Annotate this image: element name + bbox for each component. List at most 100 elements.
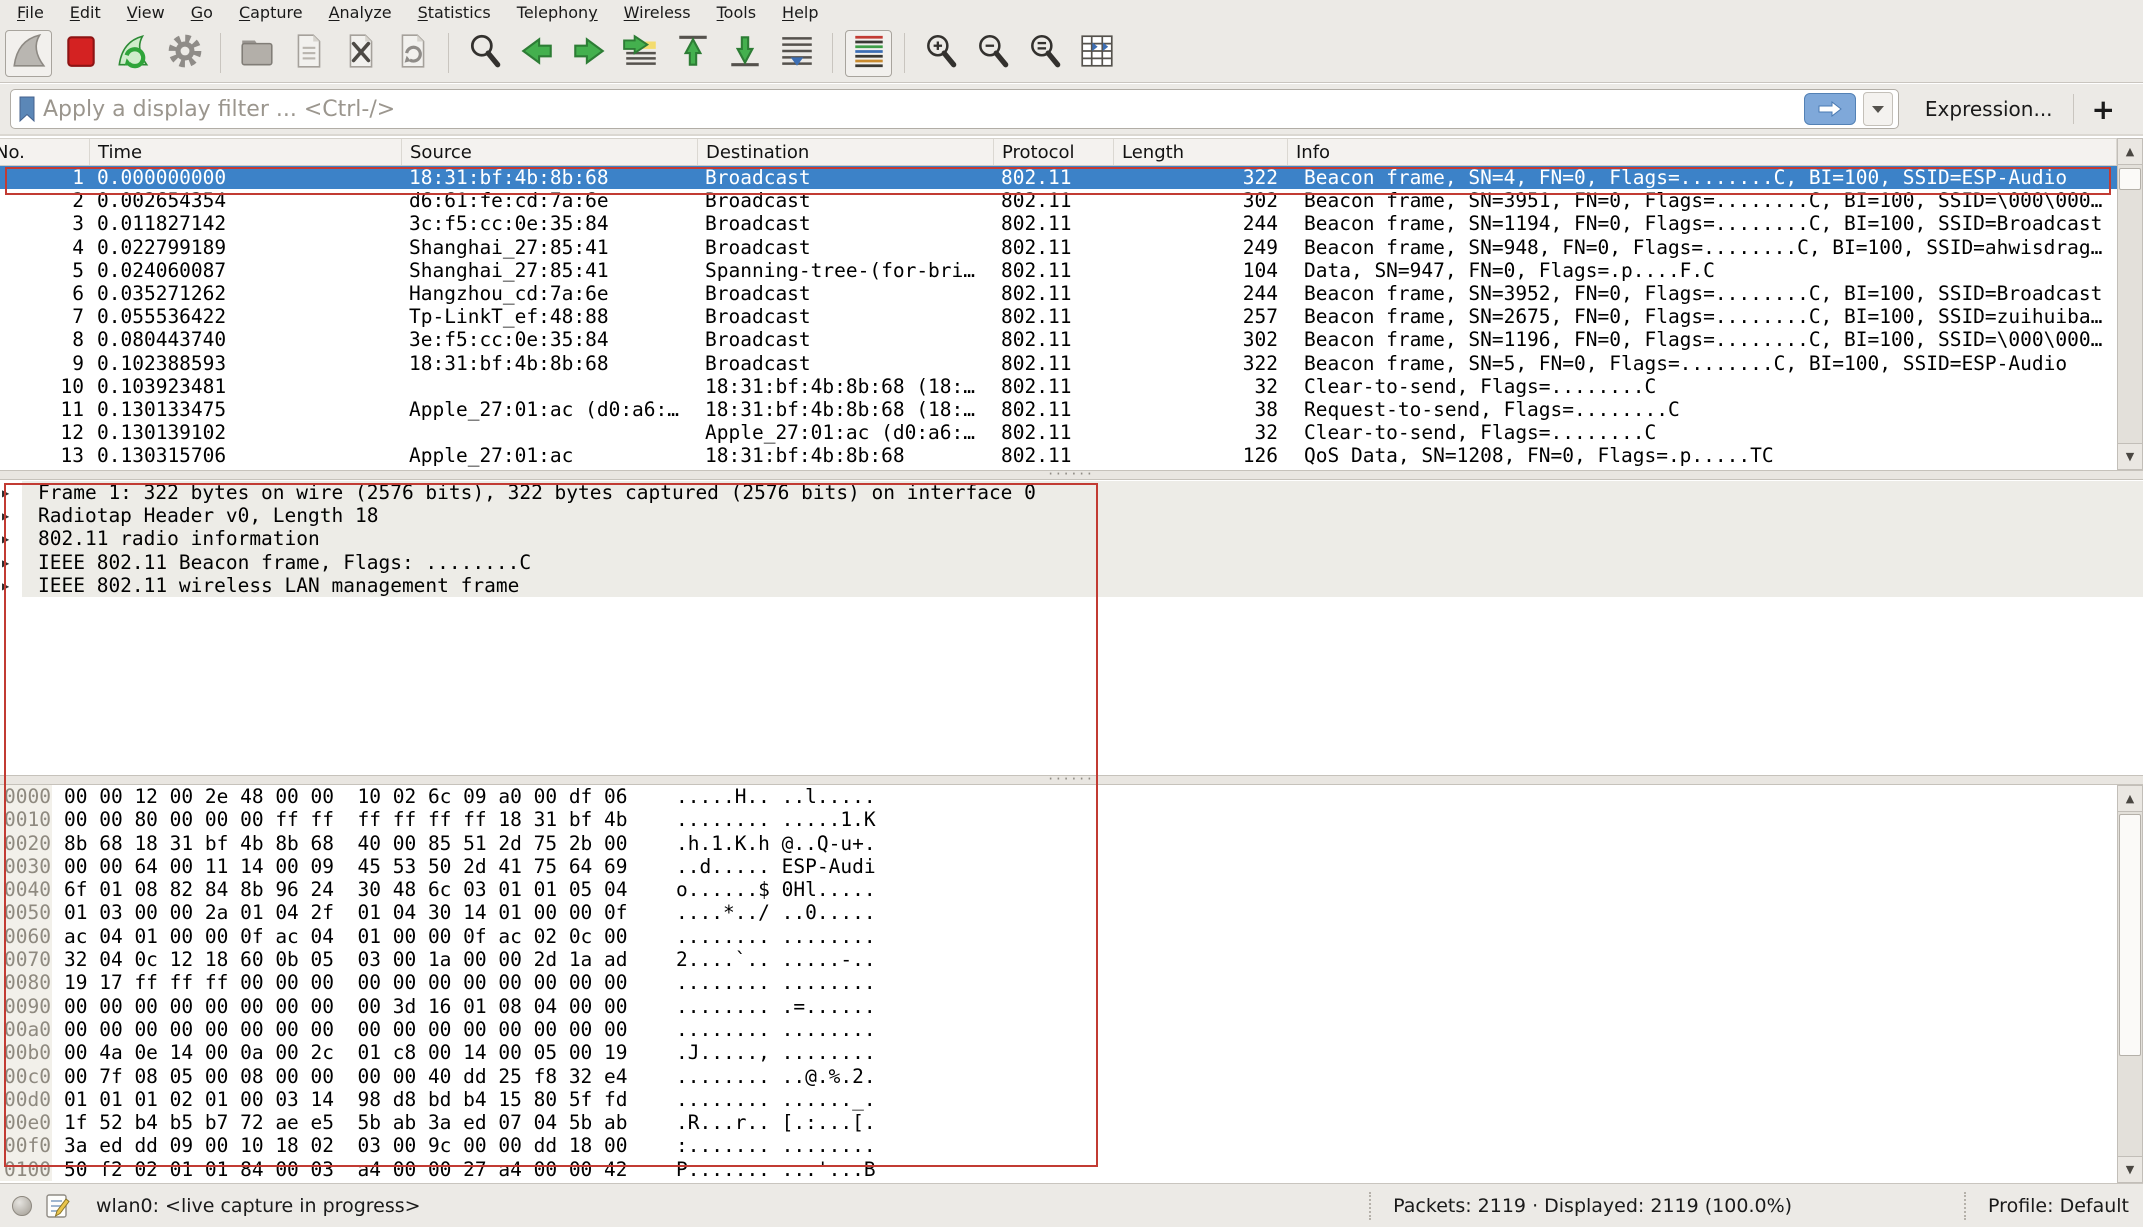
expert-info-icon[interactable]: [46, 1193, 70, 1219]
hex-row-0080[interactable]: 008019 17 ff ff ff 00 00 00 00 00 00 00 …: [0, 971, 2117, 994]
hex-bytes[interactable]: 00 00 64 00 11 14 00 09 45 53 50 2d 41 7…: [64, 855, 628, 879]
hex-row-0090[interactable]: 009000 00 00 00 00 00 00 00 00 3d 16 01 …: [0, 995, 2117, 1018]
hex-ascii[interactable]: ........ ......_.: [676, 1088, 876, 1112]
column-header-no[interactable]: No.: [0, 139, 90, 165]
hex-row-00c0[interactable]: 00c000 7f 08 05 00 08 00 00 00 00 40 dd …: [0, 1065, 2117, 1088]
profile-text[interactable]: Profile: Default: [1988, 1195, 2129, 1217]
scroll-up-button[interactable]: ▲: [2118, 139, 2142, 165]
colorize-packets-button[interactable]: [845, 30, 892, 77]
column-header-length[interactable]: Length: [1114, 139, 1288, 165]
hex-bytes[interactable]: 1f 52 b4 b5 b7 72 ae e5 5b ab 3a ed 07 0…: [64, 1111, 628, 1135]
hex-row-0010[interactable]: 001000 00 80 00 00 00 ff ff ff ff ff ff …: [0, 808, 2117, 831]
packet-row-4[interactable]: 40.022799189Shanghai_27:85:41Broadcast80…: [0, 236, 2117, 259]
menu-help[interactable]: Help: [769, 0, 831, 24]
menu-capture[interactable]: Capture: [226, 0, 316, 24]
hex-row-00d0[interactable]: 00d001 01 01 02 01 00 03 14 98 d8 bd b4 …: [0, 1088, 2117, 1111]
packet-row-5[interactable]: 50.024060087Shanghai_27:85:41Spanning-tr…: [0, 259, 2117, 282]
packet-row-6[interactable]: 60.035271262Hangzhou_cd:7a:6eBroadcast80…: [0, 282, 2117, 305]
hex-bytes[interactable]: 00 4a 0e 14 00 0a 00 2c 01 c8 00 14 00 0…: [64, 1041, 628, 1065]
stop-capture-button[interactable]: [57, 30, 104, 77]
detail-tree-row-3[interactable]: ▶802.11 radio information: [0, 527, 2143, 550]
auto-scroll-button[interactable]: [773, 30, 820, 77]
packet-row-2[interactable]: 20.002654354d6:61:fe:cd:7a:6eBroadcast80…: [0, 189, 2117, 212]
hex-row-0050[interactable]: 005001 03 00 00 2a 01 04 2f 01 04 30 14 …: [0, 901, 2117, 924]
column-header-source[interactable]: Source: [402, 139, 698, 165]
restart-capture-button[interactable]: [109, 30, 156, 77]
hex-bytes[interactable]: 50 f2 02 01 01 84 00 03 a4 00 00 27 a4 0…: [64, 1158, 628, 1182]
close-file-button[interactable]: [337, 30, 384, 77]
column-header-protocol[interactable]: Protocol: [994, 139, 1114, 165]
menu-telephony[interactable]: Telephony: [504, 0, 611, 24]
expand-arrow-icon[interactable]: ▶: [2, 505, 9, 528]
hex-bytes[interactable]: 00 00 00 00 00 00 00 00 00 3d 16 01 08 0…: [64, 995, 628, 1019]
go-first-packet-button[interactable]: [669, 30, 716, 77]
hex-bytes[interactable]: 32 04 0c 12 18 60 0b 05 03 00 1a 00 00 2…: [64, 948, 628, 972]
expand-arrow-icon[interactable]: ▶: [2, 575, 9, 598]
column-header-time[interactable]: Time: [90, 139, 402, 165]
expression-button[interactable]: Expression...: [1899, 97, 2073, 121]
display-filter-field[interactable]: [10, 89, 1899, 129]
hex-ascii[interactable]: P....... ...'...B: [676, 1158, 876, 1182]
go-last-packet-button[interactable]: [721, 30, 768, 77]
hex-ascii[interactable]: ........ ..@.%.2.: [676, 1065, 876, 1089]
hex-ascii[interactable]: ........ ........: [676, 1018, 876, 1042]
detail-tree-row-4[interactable]: ▶IEEE 802.11 Beacon frame, Flags: ......…: [0, 551, 2143, 574]
hex-pane-scrollbar[interactable]: ▲ ▼: [2117, 785, 2143, 1183]
hex-ascii[interactable]: ........ ........: [676, 971, 876, 995]
hex-ascii[interactable]: o......$ 0Hl.....: [676, 878, 876, 902]
hex-row-00a0[interactable]: 00a000 00 00 00 00 00 00 00 00 00 00 00 …: [0, 1018, 2117, 1041]
expand-arrow-icon[interactable]: ▶: [2, 482, 9, 505]
save-file-button[interactable]: [285, 30, 332, 77]
packet-list-scrollbar[interactable]: ▲ ▼: [2117, 138, 2143, 470]
start-capture-button[interactable]: [5, 30, 52, 77]
hex-bytes[interactable]: 00 00 12 00 2e 48 00 00 10 02 6c 09 a0 0…: [64, 785, 628, 809]
packet-row-11[interactable]: 110.130133475Apple_27:01:ac (d0:a6:…18:3…: [0, 398, 2117, 421]
zoom-in-button[interactable]: [917, 30, 964, 77]
packet-row-10[interactable]: 100.10392348118:31:bf:4b:8b:68 (18:…802.…: [0, 375, 2117, 398]
detail-tree-row-1[interactable]: ▶Frame 1: 322 bytes on wire (2576 bits),…: [0, 481, 2143, 504]
zoom-reset-button[interactable]: [1021, 30, 1068, 77]
detail-tree-row-2[interactable]: ▶Radiotap Header v0, Length 18: [0, 504, 2143, 527]
hex-ascii[interactable]: ..d..... ESP-Audi: [676, 855, 876, 879]
hex-row-0060[interactable]: 0060ac 04 01 00 00 0f ac 04 01 00 00 0f …: [0, 925, 2117, 948]
expand-arrow-icon[interactable]: ▶: [2, 552, 9, 575]
hex-row-0000[interactable]: 000000 00 12 00 2e 48 00 00 10 02 6c 09 …: [0, 785, 2117, 808]
hex-row-0020[interactable]: 00208b 68 18 31 bf 4b 8b 68 40 00 85 51 …: [0, 832, 2117, 855]
hex-bytes[interactable]: 6f 01 08 82 84 8b 96 24 30 48 6c 03 01 0…: [64, 878, 628, 902]
hex-ascii[interactable]: 2....`.. .....-..: [676, 948, 876, 972]
go-to-packet-button[interactable]: [617, 30, 664, 77]
hex-ascii[interactable]: ........ ........: [676, 925, 876, 949]
hex-bytes[interactable]: 19 17 ff ff ff 00 00 00 00 00 00 00 00 0…: [64, 971, 628, 995]
hex-bytes[interactable]: ac 04 01 00 00 0f ac 04 01 00 00 0f ac 0…: [64, 925, 628, 949]
packet-row-9[interactable]: 90.10238859318:31:bf:4b:8b:68Broadcast80…: [0, 352, 2117, 375]
resize-columns-button[interactable]: [1073, 30, 1120, 77]
hex-row-0030[interactable]: 003000 00 64 00 11 14 00 09 45 53 50 2d …: [0, 855, 2117, 878]
hex-row-0070[interactable]: 007032 04 0c 12 18 60 0b 05 03 00 1a 00 …: [0, 948, 2117, 971]
hex-row-00e0[interactable]: 00e01f 52 b4 b5 b7 72 ae e5 5b ab 3a ed …: [0, 1111, 2117, 1134]
hex-ascii[interactable]: .R...r.. [.:...[.: [676, 1111, 876, 1135]
packet-row-1[interactable]: 10.00000000018:31:bf:4b:8b:68Broadcast80…: [0, 166, 2117, 189]
go-back-button[interactable]: [513, 30, 560, 77]
packet-row-3[interactable]: 30.0118271423c:f5:cc:0e:35:84Broadcast80…: [0, 212, 2117, 235]
column-header-info[interactable]: Info: [1288, 139, 2117, 165]
detail-tree-row-5[interactable]: ▶IEEE 802.11 wireless LAN management fra…: [0, 574, 2143, 597]
packet-row-7[interactable]: 70.055536422Tp-LinkT_ef:48:88Broadcast80…: [0, 305, 2117, 328]
menu-go[interactable]: Go: [178, 0, 226, 24]
packet-row-13[interactable]: 130.130315706Apple_27:01:ac18:31:bf:4b:8…: [0, 444, 2117, 467]
hex-bytes[interactable]: 00 7f 08 05 00 08 00 00 00 00 40 dd 25 f…: [64, 1065, 628, 1089]
hex-row-0100[interactable]: 010050 f2 02 01 01 84 00 03 a4 00 00 27 …: [0, 1158, 2117, 1181]
column-header-destination[interactable]: Destination: [698, 139, 994, 165]
scrollbar-thumb[interactable]: [2119, 168, 2141, 190]
hex-ascii[interactable]: .....H.. ..l.....: [676, 785, 876, 809]
packet-row-12[interactable]: 120.130139102Apple_27:01:ac (d0:a6:…802.…: [0, 421, 2117, 444]
packet-row-8[interactable]: 80.0804437403e:f5:cc:0e:35:84Broadcast80…: [0, 328, 2117, 351]
zoom-out-button[interactable]: [969, 30, 1016, 77]
hex-bytes[interactable]: 00 00 00 00 00 00 00 00 00 00 00 00 00 0…: [64, 1018, 628, 1042]
scroll-down-button[interactable]: ▼: [2118, 1156, 2142, 1182]
pane-splitter[interactable]: ······: [0, 775, 2143, 785]
scroll-up-button[interactable]: ▲: [2118, 786, 2142, 812]
filter-history-dropdown[interactable]: [1863, 92, 1893, 126]
hex-ascii[interactable]: .J....., ........: [676, 1041, 876, 1065]
capture-options-button[interactable]: [161, 30, 208, 77]
hex-ascii[interactable]: ........ .=......: [676, 995, 876, 1019]
